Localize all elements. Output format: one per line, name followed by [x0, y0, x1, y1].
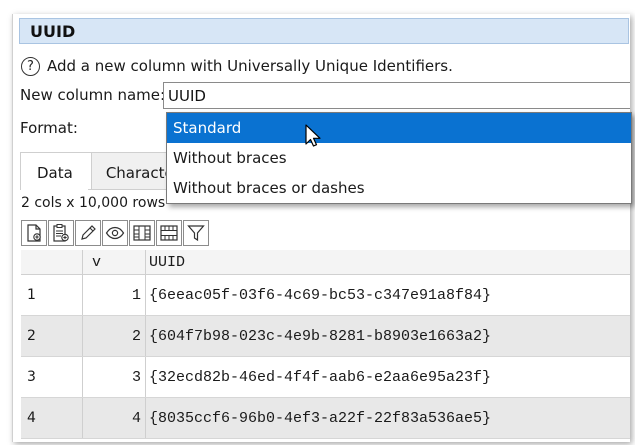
new-file-icon[interactable]: [21, 220, 47, 246]
filter-icon[interactable]: [183, 220, 209, 246]
cell-uuid[interactable]: {604f7b98-023c-4e9b-8281-b8903e1663a2}: [146, 316, 630, 356]
help-icon[interactable]: ?: [21, 56, 40, 76]
header-index: [21, 250, 83, 274]
description-text: Add a new column with Universally Unique…: [47, 57, 453, 75]
cell-v[interactable]: 3: [83, 357, 146, 397]
table-row[interactable]: 3 3 {32ecd82b-46ed-4f4f-aab6-e2aa6e95a23…: [21, 357, 630, 398]
row-index: 4: [21, 398, 83, 438]
table-row[interactable]: 2 2 {604f7b98-023c-4e9b-8281-b8903e1663a…: [21, 316, 630, 357]
format-option-standard[interactable]: Standard: [167, 113, 631, 143]
row-index: 3: [21, 357, 83, 397]
table-toolbar: [21, 220, 210, 246]
column-name-label: New column name:: [20, 86, 166, 104]
cell-v[interactable]: 4: [83, 398, 146, 438]
mouse-pointer-icon: [305, 124, 321, 147]
paste-icon[interactable]: [48, 220, 74, 246]
rows-info: 2 cols x 10,000 rows: [21, 195, 166, 211]
header-uuid[interactable]: UUID: [146, 250, 630, 274]
cell-uuid[interactable]: {6eeac05f-03f6-4c69-bc53-c347e91a8f84}: [146, 275, 630, 315]
header-v[interactable]: v: [83, 250, 146, 274]
columns-icon[interactable]: [129, 220, 155, 246]
data-table: v UUID 1 1 {6eeac05f-03f6-4c69-bc53-c347…: [21, 250, 630, 439]
cell-uuid[interactable]: {32ecd82b-46ed-4f4f-aab6-e2aa6e95a23f}: [146, 357, 630, 397]
table-row[interactable]: 1 1 {6eeac05f-03f6-4c69-bc53-c347e91a8f8…: [21, 275, 630, 316]
tab-bar: Data Characte: [20, 152, 189, 190]
view-icon[interactable]: [102, 220, 128, 246]
format-label: Format:: [20, 119, 78, 137]
format-option-without-braces-or-dashes[interactable]: Without braces or dashes: [167, 173, 631, 203]
cell-v[interactable]: 2: [83, 316, 146, 356]
table-row[interactable]: 4 4 {8035ccf6-96b0-4ef3-a22f-22f83a536ae…: [21, 398, 630, 439]
format-option-without-braces[interactable]: Without braces: [167, 143, 631, 173]
cell-v[interactable]: 1: [83, 275, 146, 315]
column-name-input[interactable]: [163, 82, 630, 109]
format-dropdown-list[interactable]: Standard Without braces Without braces o…: [166, 112, 632, 204]
description-row: ? Add a new column with Universally Uniq…: [21, 54, 453, 78]
edit-icon[interactable]: [75, 220, 101, 246]
table-header: v UUID: [21, 250, 630, 275]
rows-icon[interactable]: [156, 220, 182, 246]
dialog-window: UUID ? Add a new column with Universally…: [12, 14, 630, 442]
row-index: 2: [21, 316, 83, 356]
section-title: UUID: [19, 18, 629, 44]
tab-data[interactable]: Data: [20, 152, 92, 190]
row-index: 1: [21, 275, 83, 315]
cell-uuid[interactable]: {8035ccf6-96b0-4ef3-a22f-22f83a536ae5}: [146, 398, 630, 438]
